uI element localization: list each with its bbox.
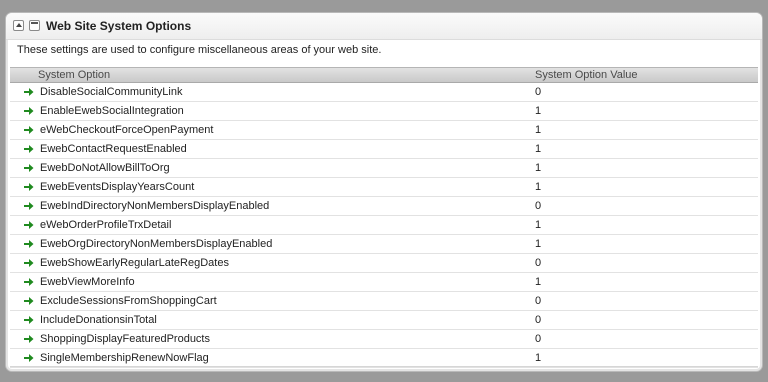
system-option-value: 1 — [535, 181, 542, 193]
table-row[interactable]: IncludeDonationsinTotal 0 — [10, 311, 758, 330]
system-options-panel: Web Site System Options These settings a… — [5, 12, 763, 372]
green-arrow-right-icon[interactable] — [24, 144, 34, 154]
system-option-name-link[interactable]: ShoppingDisplayFeaturedProducts — [40, 330, 210, 348]
green-arrow-right-icon[interactable] — [24, 182, 34, 192]
green-arrow-right-icon[interactable] — [24, 106, 34, 116]
collapse-up-icon[interactable] — [13, 20, 24, 31]
system-option-value: 1 — [535, 162, 542, 174]
system-options-grid: System Option System Option Value Disabl… — [10, 67, 758, 368]
table-row[interactable]: EnableEwebSocialIntegration 1 — [10, 102, 758, 121]
panel-title: Web Site System Options — [46, 19, 192, 33]
table-row[interactable]: EwebIndDirectoryNonMembersDisplayEnabled… — [10, 197, 758, 216]
table-row[interactable]: EwebViewMoreInfo 1 — [10, 273, 758, 292]
system-option-name-link[interactable]: eWebCheckoutForceOpenPayment — [40, 121, 213, 139]
system-option-value: 1 — [535, 238, 542, 250]
table-row[interactable]: ExcludeSessionsFromShoppingCart 0 — [10, 292, 758, 311]
panel-titlebar: Web Site System Options — [6, 13, 762, 40]
system-option-name-link[interactable]: EnableEwebSocialIntegration — [40, 102, 184, 120]
column-header-system-option-value[interactable]: System Option Value — [535, 68, 638, 82]
panel-footer-divider — [10, 366, 758, 367]
system-option-name-link[interactable]: EwebViewMoreInfo — [40, 273, 135, 291]
system-option-name-link[interactable]: EwebIndDirectoryNonMembersDisplayEnabled — [40, 197, 269, 215]
green-arrow-right-icon[interactable] — [24, 258, 34, 268]
green-arrow-right-icon[interactable] — [24, 334, 34, 344]
system-option-name-link[interactable]: eWebOrderProfileTrxDetail — [40, 216, 171, 234]
system-option-value: 1 — [535, 352, 542, 364]
green-arrow-right-icon[interactable] — [24, 296, 34, 306]
system-option-value: 1 — [535, 105, 542, 117]
system-option-name-link[interactable]: DisableSocialCommunityLink — [40, 83, 182, 101]
grid-header: System Option System Option Value — [10, 67, 758, 83]
system-option-value: 1 — [535, 276, 542, 288]
green-arrow-right-icon[interactable] — [24, 87, 34, 97]
green-arrow-right-icon[interactable] — [24, 220, 34, 230]
system-option-name-link[interactable]: EwebDoNotAllowBillToOrg — [40, 159, 170, 177]
window-icon[interactable] — [29, 20, 40, 31]
panel-description: These settings are used to configure mis… — [17, 44, 382, 56]
table-row[interactable]: eWebOrderProfileTrxDetail 1 — [10, 216, 758, 235]
table-row[interactable]: EwebShowEarlyRegularLateRegDates 0 — [10, 254, 758, 273]
green-arrow-right-icon[interactable] — [24, 239, 34, 249]
table-row[interactable]: DisableSocialCommunityLink 0 — [10, 83, 758, 102]
system-option-value: 0 — [535, 86, 542, 98]
table-row[interactable]: EwebDoNotAllowBillToOrg 1 — [10, 159, 758, 178]
green-arrow-right-icon[interactable] — [24, 315, 34, 325]
system-option-value: 0 — [535, 295, 542, 307]
green-arrow-right-icon[interactable] — [24, 277, 34, 287]
system-option-value: 1 — [535, 124, 542, 136]
green-arrow-right-icon[interactable] — [24, 201, 34, 211]
column-header-system-option[interactable]: System Option — [38, 68, 110, 82]
green-arrow-right-icon[interactable] — [24, 353, 34, 363]
system-option-name-link[interactable]: EwebOrgDirectoryNonMembersDisplayEnabled — [40, 235, 272, 253]
table-row[interactable]: eWebCheckoutForceOpenPayment 1 — [10, 121, 758, 140]
system-option-name-link[interactable]: EwebContactRequestEnabled — [40, 140, 187, 158]
green-arrow-right-icon[interactable] — [24, 163, 34, 173]
system-option-value: 0 — [535, 257, 542, 269]
system-option-value: 1 — [535, 143, 542, 155]
system-option-name-link[interactable]: IncludeDonationsinTotal — [40, 311, 157, 329]
system-option-name-link[interactable]: EwebShowEarlyRegularLateRegDates — [40, 254, 229, 272]
table-row[interactable]: EwebContactRequestEnabled 1 — [10, 140, 758, 159]
system-option-value: 0 — [535, 200, 542, 212]
table-row[interactable]: ShoppingDisplayFeaturedProducts 0 — [10, 330, 758, 349]
system-option-value: 0 — [535, 314, 542, 326]
green-arrow-right-icon[interactable] — [24, 125, 34, 135]
table-row[interactable]: EwebEventsDisplayYearsCount 1 — [10, 178, 758, 197]
system-option-name-link[interactable]: SingleMembershipRenewNowFlag — [40, 349, 209, 367]
table-row[interactable]: EwebOrgDirectoryNonMembersDisplayEnabled… — [10, 235, 758, 254]
system-option-value: 0 — [535, 333, 542, 345]
system-option-name-link[interactable]: ExcludeSessionsFromShoppingCart — [40, 292, 217, 310]
grid-rows: DisableSocialCommunityLink 0 EnableEwebSoc… — [10, 83, 758, 368]
system-option-value: 1 — [535, 219, 542, 231]
system-option-name-link[interactable]: EwebEventsDisplayYearsCount — [40, 178, 194, 196]
